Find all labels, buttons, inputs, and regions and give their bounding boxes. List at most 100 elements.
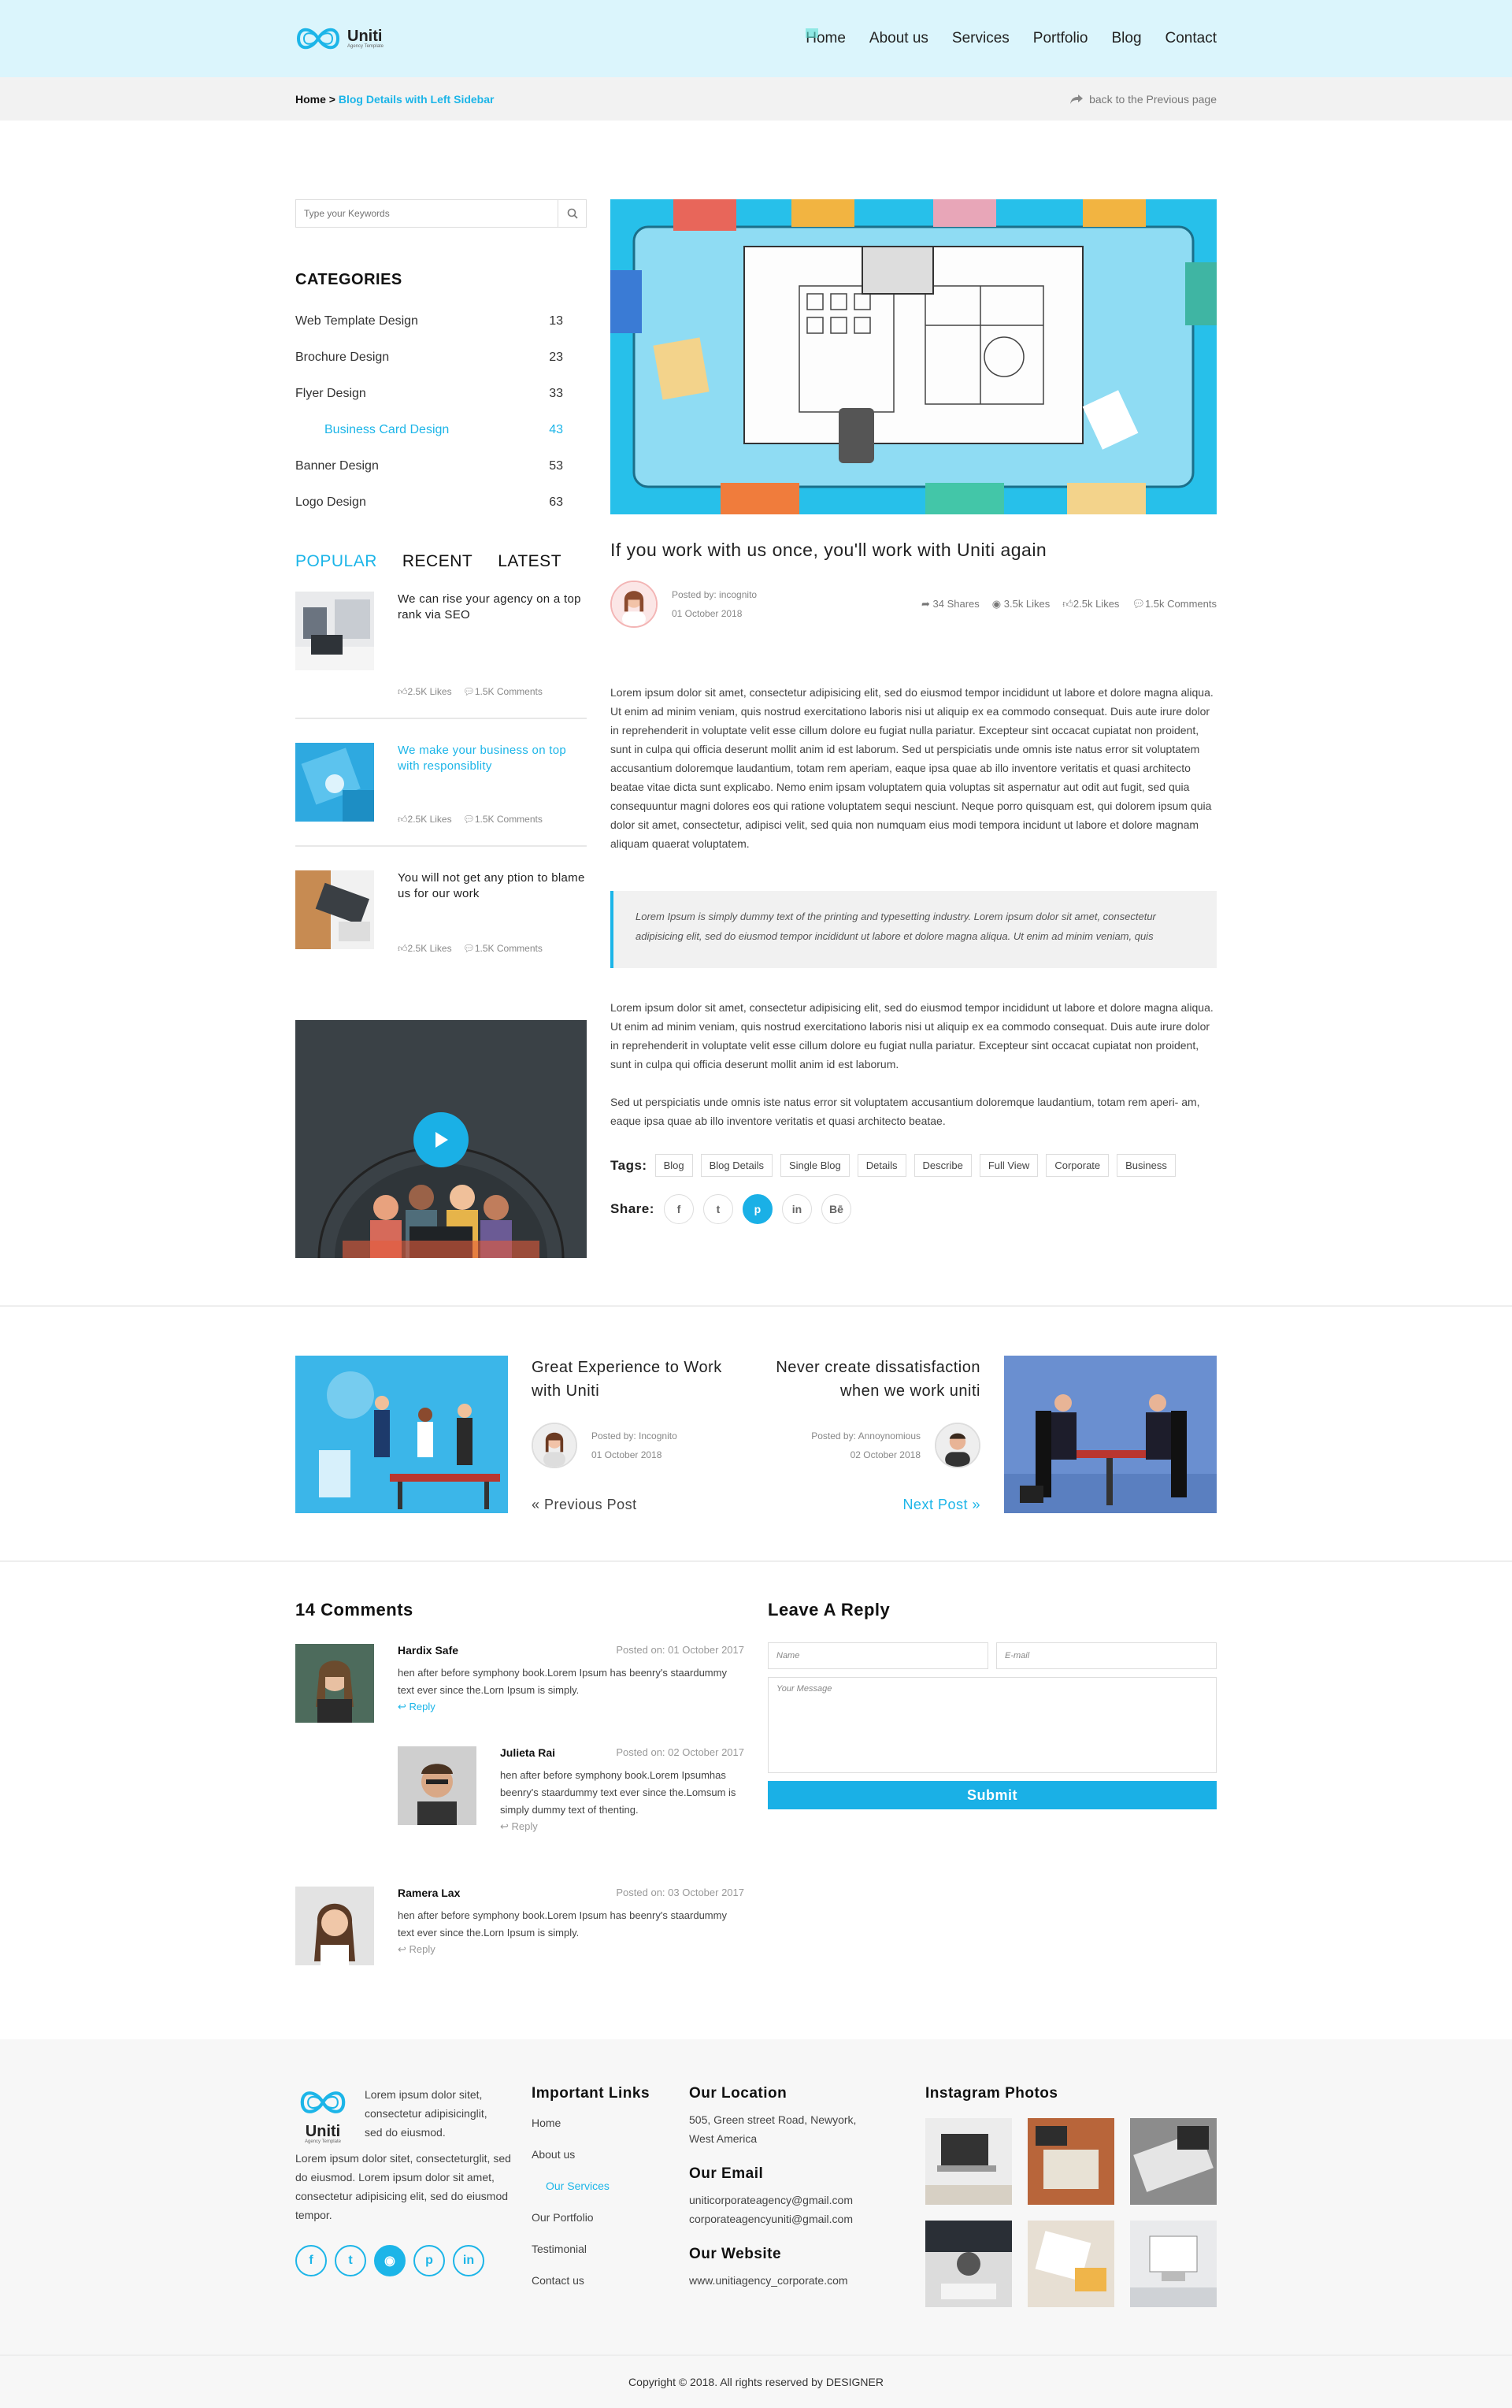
footer-link[interactable]: Contact us xyxy=(532,2265,689,2296)
email-1[interactable]: uniticorporateagency@gmail.com xyxy=(689,2191,925,2209)
back-link-label: back to the Previous page xyxy=(1089,92,1217,106)
category-item-active[interactable]: Business Card Design 43 xyxy=(295,412,587,448)
share-stat[interactable]: ➦ 34 Shares xyxy=(921,598,980,610)
likes-stat[interactable]: 👍︎2.5k Likes xyxy=(1062,598,1119,610)
email-field[interactable]: E-mail xyxy=(996,1642,1217,1669)
footer-social: f t ◉ p in xyxy=(295,2245,532,2276)
category-count: 63 xyxy=(549,495,563,509)
footer-link[interactable]: Testimonial xyxy=(532,2233,689,2265)
instagram-photo[interactable] xyxy=(1028,2221,1114,2307)
search-input[interactable] xyxy=(296,200,558,227)
logo[interactable]: Uniti Agency Template xyxy=(295,22,384,55)
previous-post-link[interactable]: « Previous Post xyxy=(532,1497,637,1513)
tag[interactable]: Describe xyxy=(914,1154,972,1177)
tag[interactable]: Corporate xyxy=(1046,1154,1110,1177)
instagram-photo[interactable] xyxy=(1028,2118,1114,2205)
footer-link[interactable]: Home xyxy=(532,2107,689,2139)
reply-icon: ↩ xyxy=(398,1701,410,1712)
views-stat: ◉ 3.5k Likes xyxy=(991,598,1051,610)
instagram-photo[interactable] xyxy=(1130,2221,1217,2307)
behance-icon[interactable]: Bē xyxy=(821,1194,851,1224)
category-label: Flyer Design xyxy=(295,387,366,400)
twitter-icon[interactable]: t xyxy=(335,2245,366,2276)
instagram-photo[interactable] xyxy=(925,2118,1012,2205)
nav-contact[interactable]: Contact xyxy=(1166,30,1217,47)
footer-logo[interactable]: Uniti Agency Template xyxy=(295,2085,350,2144)
reply-link[interactable]: ↩ Reply xyxy=(500,1820,744,1833)
tab-latest[interactable]: LATEST xyxy=(498,552,561,571)
back-link[interactable]: back to the Previous page xyxy=(1070,93,1217,106)
category-item[interactable]: Logo Design 63 xyxy=(295,484,587,521)
comment-text: hen after before symphony book.Lorem Ips… xyxy=(398,1667,727,1696)
play-button[interactable] xyxy=(413,1112,469,1167)
popular-post[interactable]: You will not get any ption to blame us f… xyxy=(295,847,587,974)
comment-icon: 💬︎1.5K Comments xyxy=(462,686,543,697)
category-list: Web Template Design 13 Brochure Design 23 … xyxy=(295,303,587,521)
popular-post[interactable]: We can rise your agency on a top rank vi… xyxy=(295,592,587,719)
name-field[interactable]: Name xyxy=(768,1642,988,1669)
footer-link[interactable]: Our Portfolio xyxy=(532,2202,689,2233)
category-item[interactable]: Brochure Design 23 xyxy=(295,339,587,376)
pinterest-icon[interactable]: p xyxy=(413,2245,445,2276)
post-navigation: Great Experience to Work with Uniti Post… xyxy=(295,1356,1217,1513)
linkedin-icon[interactable]: in xyxy=(453,2245,484,2276)
category-count: 33 xyxy=(549,387,563,400)
email-2[interactable]: corporateagencyuniti@gmail.com xyxy=(689,2209,925,2228)
website-link[interactable]: www.unitiagency_corporate.com xyxy=(689,2271,925,2290)
comments-stat[interactable]: 💬︎1.5k Comments xyxy=(1132,598,1217,610)
breadcrumb-home[interactable]: Home xyxy=(295,93,326,106)
next-post[interactable]: Never create dissatisfaction when we wor… xyxy=(776,1356,1217,1513)
reply-link[interactable]: ↩ Reply xyxy=(398,1701,744,1713)
comment-reply: Julieta Rai Posted on: 02 October 2017 he… xyxy=(398,1746,744,1833)
post-thumbnail xyxy=(295,592,374,670)
facebook-icon[interactable]: f xyxy=(295,2245,327,2276)
tag[interactable]: Business xyxy=(1117,1154,1176,1177)
tag[interactable]: Details xyxy=(857,1154,906,1177)
twitter-icon[interactable]: t xyxy=(702,1194,733,1224)
nav-services[interactable]: Services xyxy=(952,30,1010,47)
instagram-photo[interactable] xyxy=(1130,2118,1217,2205)
logo-text: Uniti xyxy=(347,28,383,45)
footer-link[interactable]: Our Services xyxy=(532,2170,689,2202)
site-footer: Uniti Agency Template Lorem ipsum dolor … xyxy=(0,2039,1512,2354)
nav-about[interactable]: About us xyxy=(869,30,928,47)
next-post-image xyxy=(1004,1356,1217,1513)
previous-post-title: Great Experience to Work with Uniti xyxy=(532,1359,722,1400)
footer-link[interactable]: About us xyxy=(532,2139,689,2170)
tag[interactable]: Full View xyxy=(979,1154,1039,1177)
video-widget[interactable] xyxy=(295,1020,587,1258)
footer-about-short: Lorem ipsum dolor sitet, consectetur adi… xyxy=(365,2088,487,2139)
comment-date: Posted on: 01 October 2017 xyxy=(616,1644,744,1656)
category-item[interactable]: Flyer Design 33 xyxy=(295,376,587,412)
tag[interactable]: Blog Details xyxy=(700,1154,773,1177)
previous-post[interactable]: Great Experience to Work with Uniti Post… xyxy=(295,1356,736,1513)
comment: Hardix Safe Posted on: 01 October 2017 he… xyxy=(295,1644,744,1723)
tab-recent[interactable]: RECENT xyxy=(402,552,472,571)
copyright-bar: Copyright © 2018. All rights reserved by… xyxy=(0,2354,1512,2408)
site-header: Uniti Agency Template Home About us Serv… xyxy=(0,0,1512,77)
instagram-photo[interactable] xyxy=(925,2221,1012,2307)
nav-home[interactable]: Home xyxy=(806,28,846,47)
category-item[interactable]: Web Template Design 13 xyxy=(295,303,587,339)
submit-button[interactable]: Submit xyxy=(768,1781,1217,1809)
play-icon xyxy=(435,1132,448,1148)
main-nav: Home About us Services Portfolio Blog Co… xyxy=(806,28,1217,47)
search-button[interactable] xyxy=(558,200,586,227)
linkedin-icon[interactable]: in xyxy=(781,1194,812,1224)
nav-portfolio[interactable]: Portfolio xyxy=(1033,30,1088,47)
pinterest-icon[interactable]: p xyxy=(742,1194,773,1224)
next-post-link[interactable]: Next Post » xyxy=(902,1497,980,1513)
previous-post-image xyxy=(295,1356,508,1513)
tag[interactable]: Single Blog xyxy=(780,1154,850,1177)
reply-link[interactable]: ↩ Reply xyxy=(398,1943,744,1956)
message-field[interactable]: Your Message xyxy=(768,1677,1217,1773)
post-thumbnail xyxy=(295,743,374,822)
facebook-icon[interactable]: f xyxy=(663,1194,694,1224)
nav-blog[interactable]: Blog xyxy=(1111,30,1141,47)
category-item[interactable]: Banner Design 53 xyxy=(295,448,587,484)
comment: Ramera Lax Posted on: 03 October 2017 hen… xyxy=(295,1887,744,1965)
dribbble-icon[interactable]: ◉ xyxy=(374,2245,406,2276)
popular-post[interactable]: We make your business on top with respon… xyxy=(295,719,587,847)
tag[interactable]: Blog xyxy=(654,1154,693,1177)
tab-popular[interactable]: POPULAR xyxy=(295,552,377,571)
